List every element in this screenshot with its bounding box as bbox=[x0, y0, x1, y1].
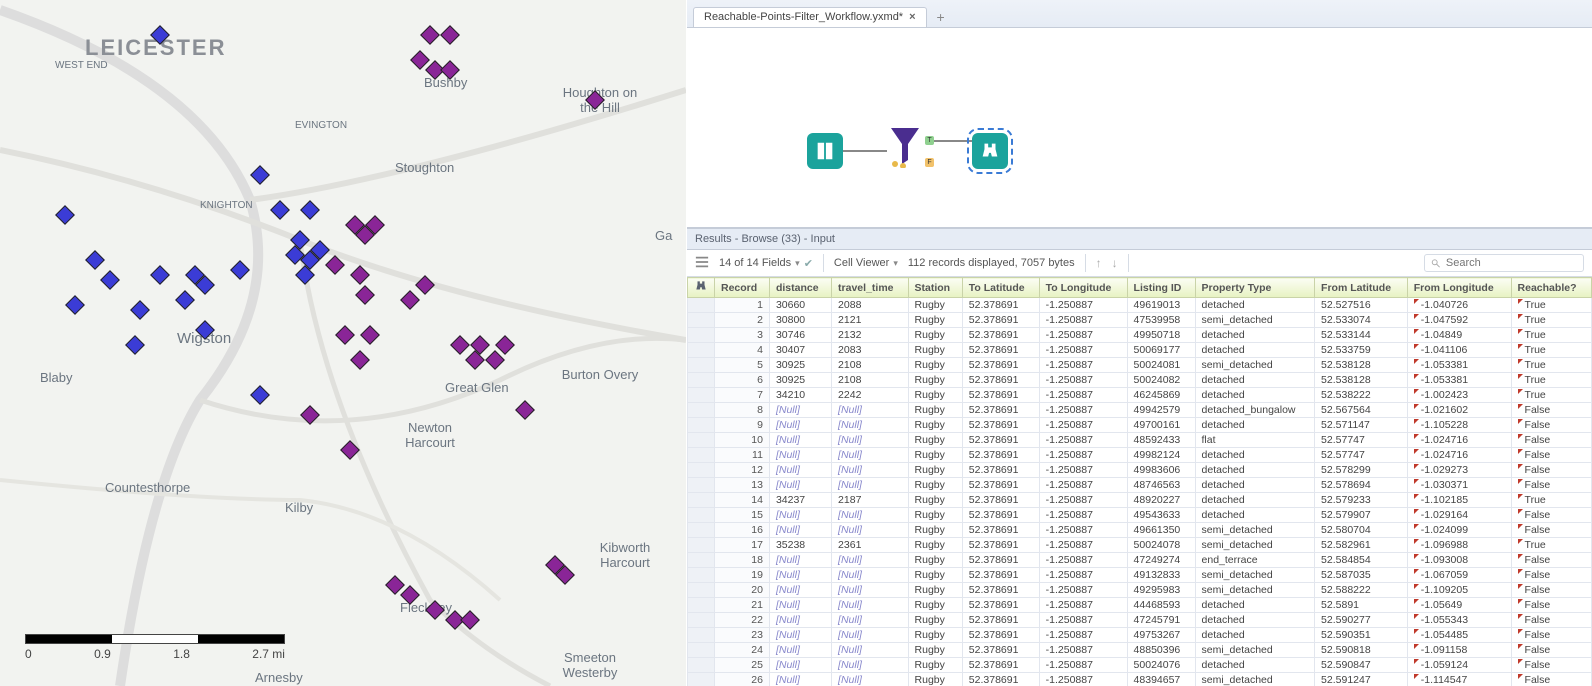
fields-dropdown[interactable]: 14 of 14 Fields ▾ ✔ bbox=[719, 257, 813, 270]
table-row[interactable]: 25[Null][Null]Rugby52.378691-1.250887500… bbox=[688, 658, 1592, 673]
table-row[interactable]: 13[Null][Null]Rugby52.378691-1.250887487… bbox=[688, 478, 1592, 493]
table-row[interactable]: 21[Null][Null]Rugby52.378691-1.250887444… bbox=[688, 598, 1592, 613]
column-header[interactable]: To Latitude bbox=[962, 278, 1039, 298]
column-header[interactable]: Station bbox=[908, 278, 962, 298]
place-label: KNIGHTON bbox=[200, 200, 253, 211]
place-label: Kibworth Harcourt bbox=[590, 540, 660, 570]
table-row[interactable]: 12[Null][Null]Rugby52.378691-1.250887499… bbox=[688, 463, 1592, 478]
table-row[interactable]: 3307462132Rugby52.378691-1.2508874995071… bbox=[688, 328, 1592, 343]
book-icon bbox=[814, 140, 836, 162]
place-label: Ga bbox=[655, 228, 672, 243]
table-row[interactable]: 19[Null][Null]Rugby52.378691-1.250887491… bbox=[688, 568, 1592, 583]
table-row[interactable]: 7342102242Rugby52.378691-1.2508874624586… bbox=[688, 388, 1592, 403]
column-header[interactable]: distance bbox=[769, 278, 831, 298]
metadata-toggle-icon[interactable] bbox=[695, 255, 709, 272]
workflow-tabbar: Reachable-Points-Filter_Workflow.yxmd* ×… bbox=[687, 0, 1592, 28]
table-row[interactable]: 4304072083Rugby52.378691-1.2508875006917… bbox=[688, 343, 1592, 358]
column-header[interactable]: Record bbox=[715, 278, 770, 298]
table-row[interactable]: 17352382361Rugby52.378691-1.250887500240… bbox=[688, 538, 1592, 553]
table-row[interactable]: 16[Null][Null]Rugby52.378691-1.250887496… bbox=[688, 523, 1592, 538]
chevron-down-icon: ▾ bbox=[795, 258, 800, 269]
true-anchor[interactable]: T bbox=[925, 136, 934, 145]
binoculars-icon bbox=[979, 140, 1001, 162]
table-row[interactable]: 8[Null][Null]Rugby52.378691-1.2508874994… bbox=[688, 403, 1592, 418]
close-icon[interactable]: × bbox=[909, 11, 915, 23]
place-label: Great Glen bbox=[445, 380, 509, 395]
table-row[interactable]: 24[Null][Null]Rugby52.378691-1.250887488… bbox=[688, 643, 1592, 658]
results-toolbar: 14 of 14 Fields ▾ ✔ Cell Viewer ▾ 112 re… bbox=[687, 250, 1592, 277]
tab-title: Reachable-Points-Filter_Workflow.yxmd* bbox=[704, 11, 903, 23]
column-header[interactable]: Listing ID bbox=[1127, 278, 1195, 298]
chevron-down-icon: ▾ bbox=[893, 258, 898, 269]
table-row[interactable]: 18[Null][Null]Rugby52.378691-1.250887472… bbox=[688, 553, 1592, 568]
search-box[interactable] bbox=[1424, 254, 1584, 272]
table-row[interactable]: 2308002121Rugby52.378691-1.2508874753995… bbox=[688, 313, 1592, 328]
search-input[interactable] bbox=[1446, 257, 1577, 269]
table-row[interactable]: 6309252108Rugby52.378691-1.2508875002408… bbox=[688, 373, 1592, 388]
column-header[interactable]: From Longitude bbox=[1407, 278, 1511, 298]
browse-tool[interactable] bbox=[972, 133, 1008, 169]
table-row[interactable]: 9[Null][Null]Rugby52.378691-1.2508874970… bbox=[688, 418, 1592, 433]
place-label: Smeeton Westerby bbox=[555, 650, 625, 680]
binoculars-icon bbox=[694, 280, 708, 292]
column-header[interactable]: From Latitude bbox=[1315, 278, 1408, 298]
check-icon: ✔ bbox=[804, 257, 813, 270]
place-label: EVINGTON bbox=[295, 120, 347, 131]
row-gutter-header bbox=[688, 278, 715, 298]
funnel-icon bbox=[887, 124, 923, 168]
table-row[interactable]: 22[Null][Null]Rugby52.378691-1.250887472… bbox=[688, 613, 1592, 628]
table-row[interactable]: 20[Null][Null]Rugby52.378691-1.250887492… bbox=[688, 583, 1592, 598]
table-row[interactable]: 11[Null][Null]Rugby52.378691-1.250887499… bbox=[688, 448, 1592, 463]
cell-viewer-dropdown[interactable]: Cell Viewer ▾ bbox=[834, 257, 898, 269]
place-label: Countesthorpe bbox=[105, 480, 190, 495]
connection-wire bbox=[934, 140, 972, 142]
prev-record-button[interactable]: ↑ bbox=[1096, 256, 1102, 270]
false-anchor[interactable]: F bbox=[925, 158, 934, 167]
table-row[interactable]: 5309252108Rugby52.378691-1.2508875002408… bbox=[688, 358, 1592, 373]
place-label: Kilby bbox=[285, 500, 313, 515]
column-header[interactable]: travel_time bbox=[832, 278, 908, 298]
records-label: 112 records displayed, 7057 bytes bbox=[908, 257, 1075, 269]
place-label: Arnesby bbox=[255, 670, 303, 685]
table-row[interactable]: 15[Null][Null]Rugby52.378691-1.250887495… bbox=[688, 508, 1592, 523]
table-row[interactable]: 26[Null][Null]Rugby52.378691-1.250887483… bbox=[688, 673, 1592, 686]
search-icon bbox=[1431, 258, 1441, 269]
place-label: Blaby bbox=[40, 370, 73, 385]
filter-tool[interactable] bbox=[887, 128, 923, 164]
map-panel[interactable]: LEICESTER WEST ENDBushbyHoughton on the … bbox=[0, 0, 686, 686]
results-grid[interactable]: Recorddistancetravel_timeStationTo Latit… bbox=[687, 277, 1592, 686]
table-row[interactable]: 10[Null][Null]Rugby52.378691-1.250887485… bbox=[688, 433, 1592, 448]
connection-wire bbox=[843, 150, 887, 152]
add-tab-button[interactable]: + bbox=[931, 7, 951, 27]
next-record-button[interactable]: ↓ bbox=[1112, 256, 1118, 270]
results-header[interactable]: Results - Browse (33) - Input bbox=[687, 228, 1592, 250]
table-row[interactable]: 14342372187Rugby52.378691-1.250887489202… bbox=[688, 493, 1592, 508]
place-label: Bushby bbox=[424, 75, 467, 90]
table-row[interactable]: 23[Null][Null]Rugby52.378691-1.250887497… bbox=[688, 628, 1592, 643]
workflow-tab[interactable]: Reachable-Points-Filter_Workflow.yxmd* × bbox=[693, 7, 927, 27]
column-header[interactable]: Property Type bbox=[1195, 278, 1315, 298]
place-label: Newton Harcourt bbox=[395, 420, 465, 450]
input-data-tool[interactable] bbox=[807, 133, 843, 169]
app-panel: Reachable-Points-Filter_Workflow.yxmd* ×… bbox=[686, 0, 1592, 686]
place-label: Stoughton bbox=[395, 160, 454, 175]
column-header[interactable]: To Longitude bbox=[1039, 278, 1127, 298]
map-scalebar: 0 0.9 1.8 2.7 mi bbox=[25, 634, 285, 661]
column-header[interactable]: Reachable? bbox=[1511, 278, 1591, 298]
place-label: Burton Overy bbox=[555, 367, 645, 382]
workflow-canvas[interactable]: T F bbox=[687, 28, 1592, 228]
place-label: WEST END bbox=[55, 60, 108, 71]
table-row[interactable]: 1306602088Rugby52.378691-1.2508874961901… bbox=[688, 298, 1592, 313]
